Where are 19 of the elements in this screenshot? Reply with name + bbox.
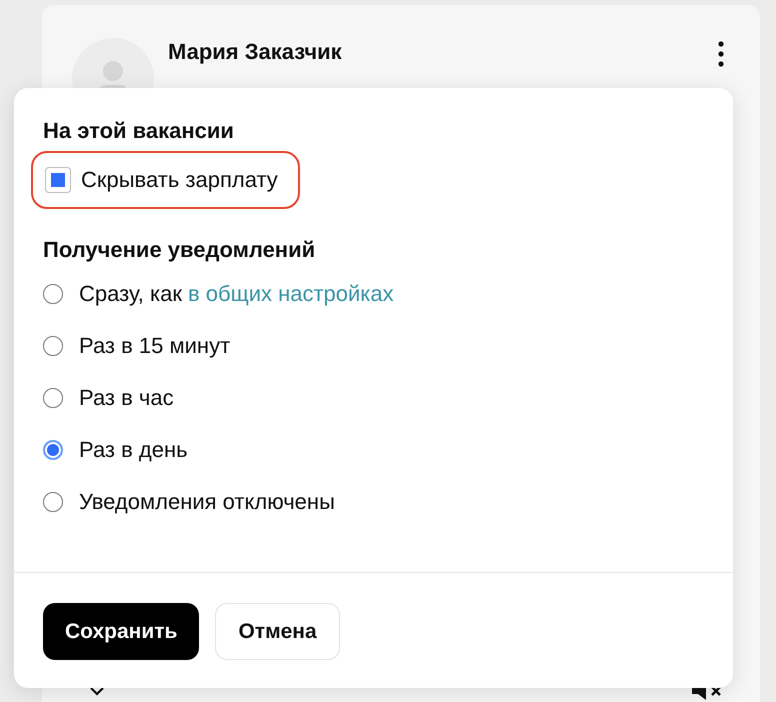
radio-label: Сразу, как в общих настройках: [79, 281, 394, 307]
radio-button[interactable]: [43, 440, 63, 460]
radio-label: Раз в 15 минут: [79, 333, 230, 359]
radio-button[interactable]: [43, 492, 63, 512]
save-button[interactable]: Сохранить: [43, 603, 200, 660]
chevron-icon[interactable]: [90, 686, 104, 696]
radio-button[interactable]: [43, 284, 63, 304]
radio-label: Раз в день: [79, 437, 188, 463]
hide-salary-checkbox[interactable]: Скрывать зарплату: [31, 151, 300, 209]
settings-link[interactable]: в общих настройках: [188, 281, 394, 306]
more-icon[interactable]: [718, 41, 724, 67]
section-title: На этой вакансии: [43, 118, 235, 144]
radio-label: Уведомления отключены: [79, 489, 335, 515]
section-title: Получение уведомлений: [43, 237, 316, 263]
cancel-button[interactable]: Отмена: [215, 603, 340, 660]
radio-button[interactable]: [43, 336, 63, 356]
candidate-name: Мария Заказчик: [168, 39, 343, 65]
radio-label: Раз в час: [79, 385, 174, 411]
radio-button[interactable]: [43, 388, 63, 408]
